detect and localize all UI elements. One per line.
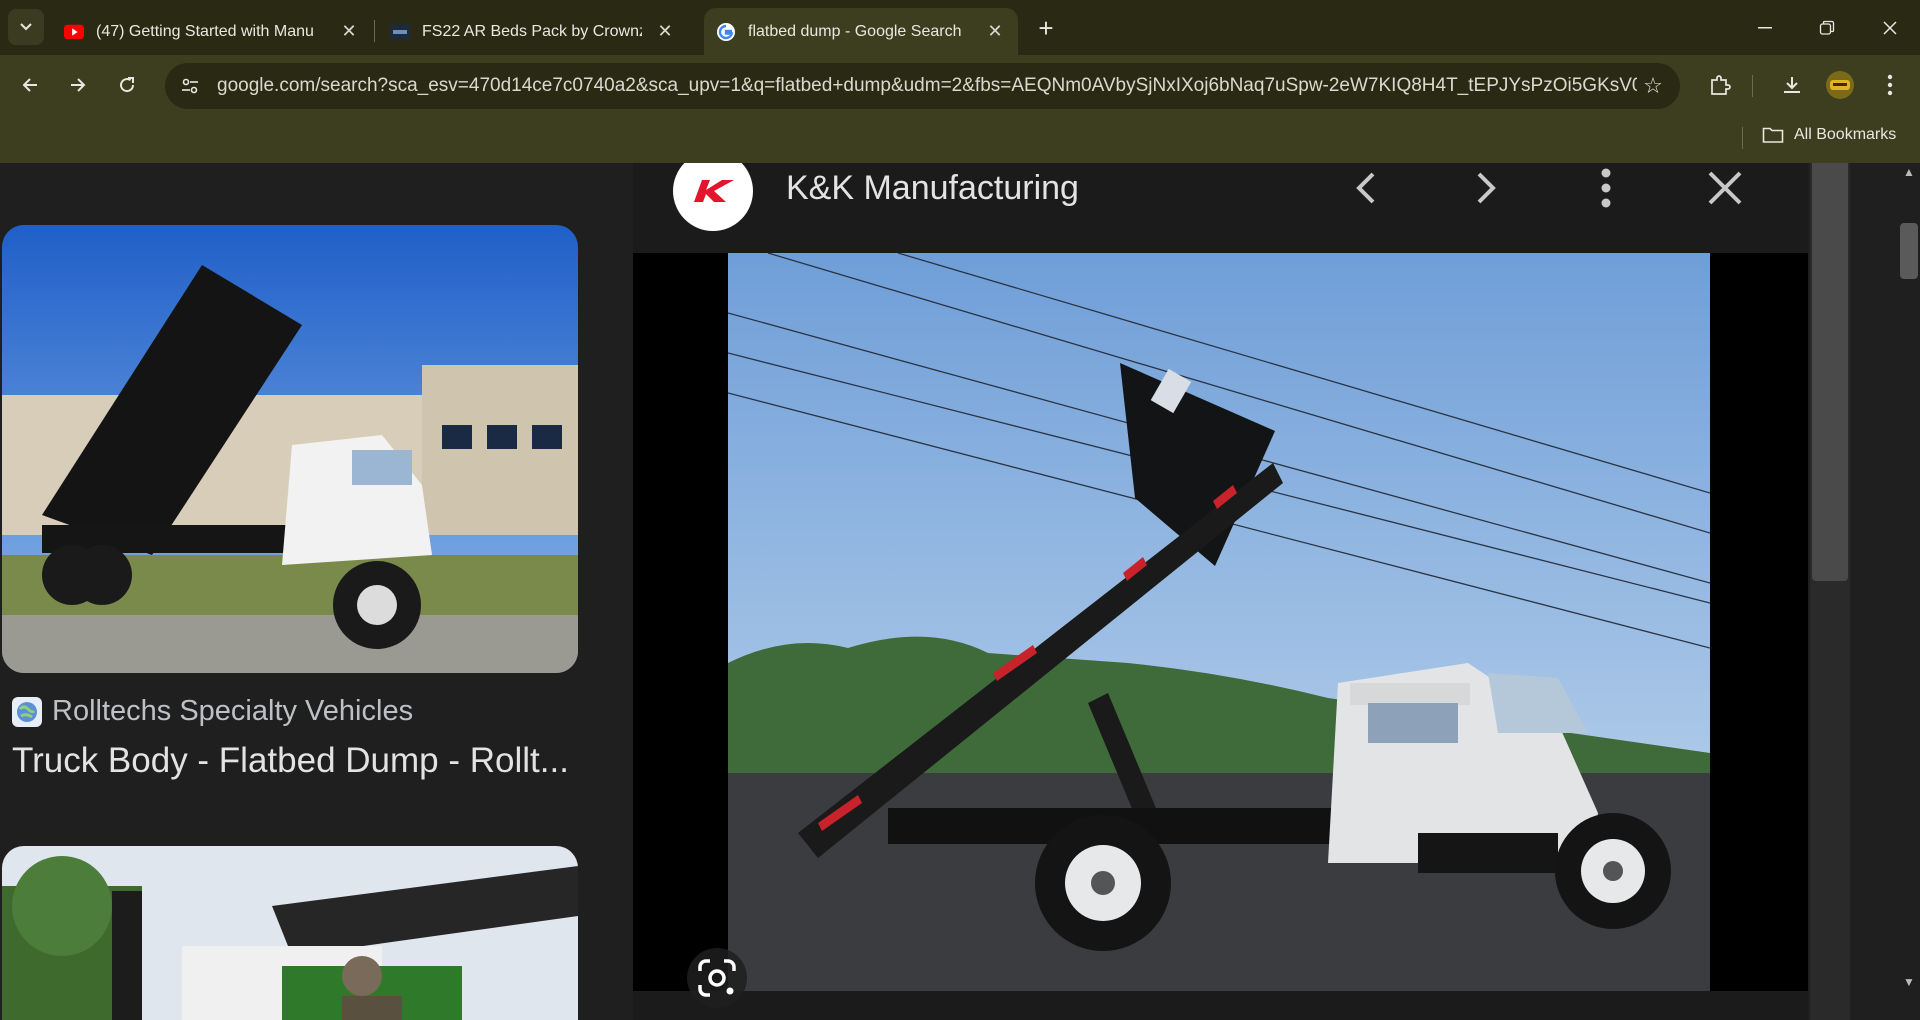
more-vert-icon [1887,74,1893,96]
avatar-icon [1826,71,1854,99]
brand-logo[interactable] [673,163,753,231]
site-settings-icon[interactable] [177,73,203,99]
chevron-down-icon [20,23,32,31]
minimize-button[interactable] [1735,8,1795,48]
arrow-right-icon [71,78,86,92]
downloads-button[interactable] [1774,67,1810,103]
tab-youtube[interactable]: (47) Getting Started with Manu ✕ [52,8,372,55]
more-vert-icon [1601,168,1611,208]
puzzle-icon [1711,75,1731,95]
result-source[interactable]: Rolltechs Specialty Vehicles [12,695,413,728]
image-preview-panel: K&K Manufacturing [633,163,1808,1020]
close-preview-button[interactable] [1700,163,1750,213]
page-scrollbar-thumb[interactable] [1900,223,1918,279]
page-scrollbar[interactable]: ▲ ▼ [1898,163,1920,1020]
window-close-button[interactable] [1860,8,1920,48]
result-thumbnail[interactable] [2,846,578,1020]
tab-strip: (47) Getting Started with Manu ✕ FS22 AR… [0,0,1920,55]
back-button[interactable] [12,67,48,103]
url-text[interactable]: google.com/search?sca_esv=470d14ce7c0740… [217,75,1637,97]
youtube-icon [64,22,84,42]
profile-avatar[interactable] [1822,67,1858,103]
previous-image-button[interactable] [1341,163,1391,213]
bookmark-star-icon[interactable]: ☆ [1640,73,1666,99]
google-icon [716,22,736,42]
tab-fs22[interactable]: FS22 AR Beds Pack by Crownzil ✕ [378,8,688,55]
kk-logo-icon [694,180,734,202]
result-source-name: Rolltechs Specialty Vehicles [52,695,414,727]
all-bookmarks-label: All Bookmarks [1794,126,1897,143]
more-options-button[interactable] [1581,163,1631,213]
reload-button[interactable] [109,67,145,103]
tab-title: flatbed dump - Google Search [748,22,962,40]
restore-icon [1819,20,1835,35]
tab-title: FS22 AR Beds Pack by Crownzil [422,22,642,40]
site-icon [390,22,410,42]
chevron-left-icon [1356,172,1375,204]
forward-button[interactable] [60,67,96,103]
extensions-button[interactable] [1702,67,1738,103]
scroll-up-icon[interactable]: ▲ [1902,165,1916,179]
arrow-left-icon [22,78,37,92]
close-icon[interactable]: ✕ [984,21,1006,43]
preview-header: K&K Manufacturing [633,163,1808,253]
scroll-down-icon[interactable]: ▼ [1902,975,1916,989]
bookmarks-divider [1742,127,1743,149]
lens-icon [698,959,736,997]
address-bar[interactable]: google.com/search?sca_esv=470d14ce7c0740… [165,63,1680,109]
page-content: Rolltechs Specialty Vehicles Truck Body … [0,163,1920,1020]
globe-icon [12,696,42,727]
chevron-right-icon [1477,172,1496,204]
results-column: Rolltechs Specialty Vehicles Truck Body … [0,163,620,1020]
panel-scrollbar-thumb[interactable] [1812,163,1848,581]
all-bookmarks-button[interactable]: All Bookmarks [1762,126,1896,144]
browser-toolbar: google.com/search?sca_esv=470d14ce7c0740… [0,55,1920,115]
new-tab-button[interactable]: + [1030,12,1062,44]
bookmarks-bar: All Bookmarks [0,115,1920,163]
restore-button[interactable] [1797,8,1857,48]
close-icon[interactable]: ✕ [338,21,360,43]
next-image-button[interactable] [1461,163,1511,213]
close-icon [1708,171,1742,205]
tab-search-button[interactable] [8,9,44,45]
tab-google-search[interactable]: flatbed dump - Google Search ✕ [704,8,1018,55]
google-lens-button[interactable] [687,948,747,1008]
menu-button[interactable] [1872,67,1908,103]
minimize-icon [1758,27,1772,29]
close-icon [1883,21,1897,35]
result-title[interactable]: Truck Body - Flatbed Dump - Rollt... [12,741,572,781]
brand-name[interactable]: K&K Manufacturing [786,169,1079,208]
preview-image[interactable] [728,253,1710,991]
download-icon [1784,77,1800,93]
tab-title: (47) Getting Started with Manu [96,22,314,40]
result-thumbnail[interactable] [2,225,578,673]
folder-icon [1762,127,1784,143]
reload-icon [120,77,135,93]
toolbar-divider [1752,75,1753,97]
close-icon[interactable]: ✕ [654,21,676,43]
image-viewer [633,253,1808,1008]
tab-divider [374,20,375,42]
